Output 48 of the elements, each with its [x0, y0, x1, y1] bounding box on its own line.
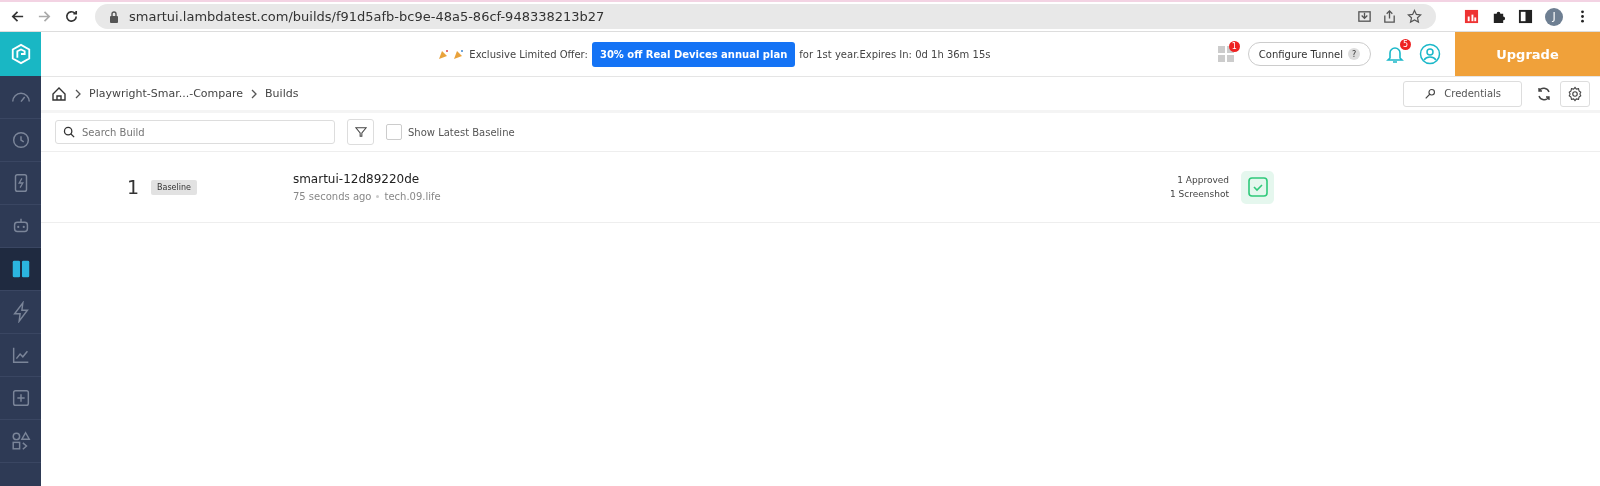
build-time: 75 seconds ago — [292, 191, 372, 202]
logo-icon — [9, 43, 32, 65]
user-icon[interactable] — [1419, 43, 1441, 65]
settings-icon — [1567, 85, 1583, 102]
apps-icon[interactable] — [1217, 46, 1234, 62]
settings-button[interactable] — [1560, 80, 1590, 107]
sidebar-icon[interactable] — [1518, 9, 1533, 24]
party-icon — [438, 48, 466, 60]
screenshot-count: 1 Screenshot — [1170, 189, 1229, 199]
install-icon[interactable] — [1357, 9, 1372, 24]
baseline-tag: Baseline — [151, 179, 197, 195]
checkbox[interactable] — [386, 124, 402, 140]
build-number: 1 — [127, 176, 141, 198]
chevron-icon — [250, 88, 259, 99]
shapes-icon — [9, 430, 32, 452]
reload-icon[interactable] — [64, 9, 79, 24]
back-icon[interactable] — [10, 9, 25, 24]
extension-icon[interactable] — [1464, 9, 1479, 24]
filter-icon — [354, 126, 367, 138]
breadcrumb-link[interactable]: Builds — [265, 87, 299, 100]
sidebar-item[interactable] — [0, 248, 41, 291]
offer-label: Exclusive Limited Offer: — [469, 48, 588, 60]
apps-badge: 1 — [1228, 41, 1240, 52]
search-icon — [63, 126, 75, 138]
puzzle-icon[interactable] — [1491, 9, 1506, 24]
build-author: tech.09.life — [384, 191, 441, 202]
notification-badge: 5 — [1400, 39, 1411, 50]
share-icon[interactable] — [1382, 9, 1397, 24]
credentials-button[interactable]: Credentials — [1403, 80, 1522, 107]
checkbox-label: Show Latest Baseline — [408, 126, 515, 138]
star-icon[interactable] — [1407, 9, 1422, 24]
key-icon — [1424, 87, 1437, 100]
configure-tunnel-button[interactable]: Configure Tunnel ? — [1247, 42, 1371, 66]
lock-icon — [109, 10, 119, 23]
bell-icon[interactable] — [1385, 44, 1405, 64]
profile-avatar[interactable]: J — [1545, 7, 1563, 26]
build-name[interactable]: smartui-12d89220de — [292, 172, 441, 186]
breadcrumb-link[interactable]: Playwright-Smar...-Compare — [89, 87, 244, 100]
approved-count: 1 Approved — [1177, 175, 1229, 185]
search-field[interactable]: Search Build — [55, 120, 335, 144]
home-icon[interactable] — [51, 85, 67, 102]
chevron-icon — [74, 88, 82, 99]
offer-button[interactable]: 30% off Real Devices annual plan — [591, 41, 796, 67]
forward-icon[interactable] — [37, 9, 52, 24]
address-bar[interactable]: smartui.lambdatest.com/builds/f91d5afb-bc9e-48a5-86cf-948338213b27 — [95, 4, 1436, 29]
filter-button[interactable] — [347, 119, 374, 145]
offer-expiry: for 1st year.Expires In: 0d 1h 36m 15s — [799, 48, 991, 60]
logo-tile[interactable] — [0, 32, 41, 76]
